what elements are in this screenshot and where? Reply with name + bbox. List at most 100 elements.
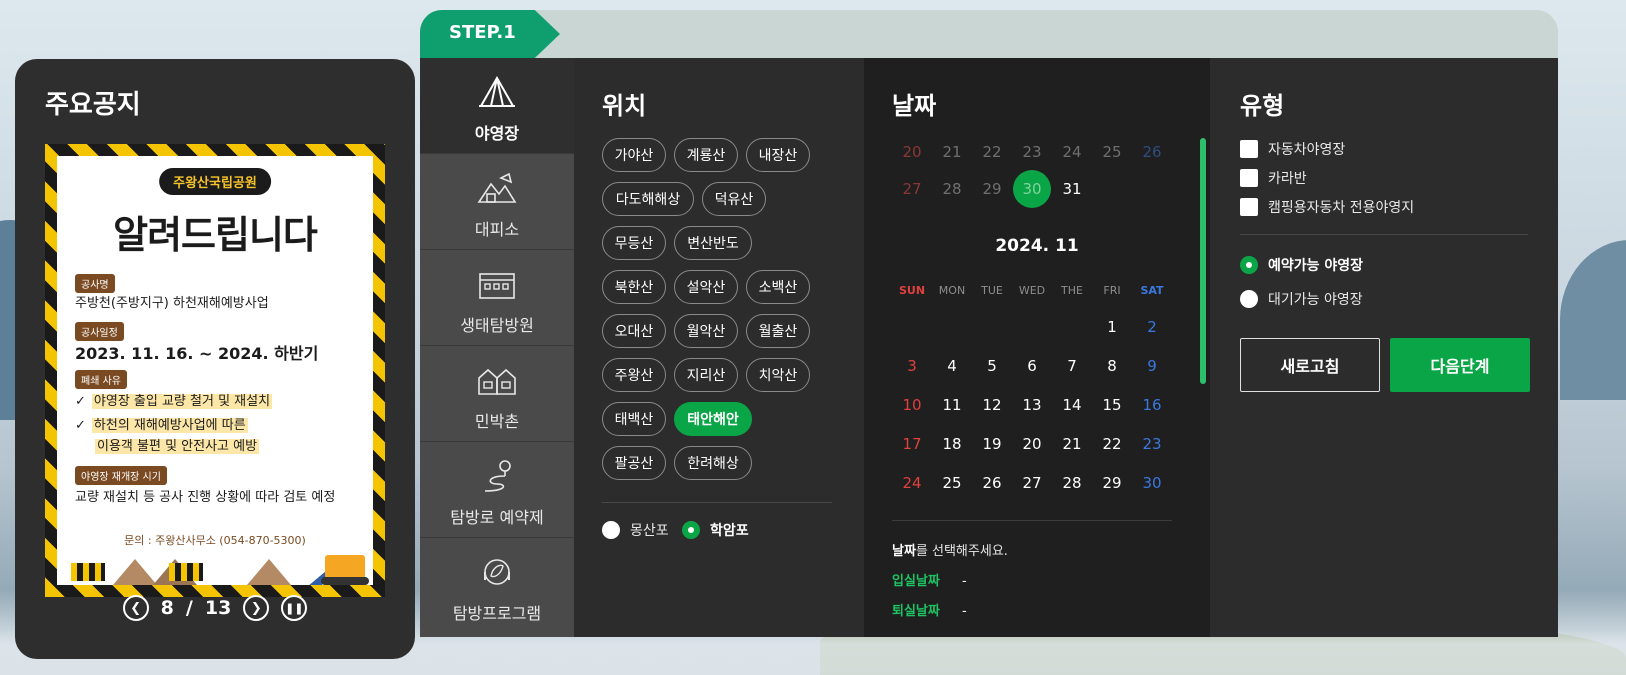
calendar-day[interactable]: 14: [1052, 385, 1092, 425]
poster-project: 주방천(주방지구) 하천재해예방사업: [75, 296, 269, 311]
location-chip[interactable]: 다도해해상: [602, 182, 694, 216]
location-chip[interactable]: 월출산: [746, 314, 810, 348]
calendar-day[interactable]: 26: [972, 463, 1012, 503]
prev-notice-button[interactable]: ❮: [122, 595, 149, 621]
calendar-day[interactable]: 28: [932, 169, 972, 209]
location-chip[interactable]: 계룡산: [674, 138, 738, 172]
calendar-day[interactable]: 29: [972, 169, 1012, 209]
poster-reason-1: ✓ 야영장 출입 교량 철거 및 재설치: [75, 394, 273, 409]
type-option[interactable]: 카라반: [1240, 168, 1307, 188]
category-shelter[interactable]: 대피소: [420, 154, 574, 250]
pause-button[interactable]: ❚❚: [281, 595, 308, 621]
calendar-day[interactable]: 19: [972, 424, 1012, 464]
type-option[interactable]: 자동차야영장: [1240, 139, 1345, 159]
calendar-day[interactable]: 30: [1132, 463, 1172, 503]
calendar-day[interactable]: 28: [1052, 463, 1092, 503]
checkbox[interactable]: [1240, 169, 1258, 187]
location-chip[interactable]: 태백산: [602, 402, 666, 436]
calendar-day[interactable]: 20: [1012, 424, 1052, 464]
location-chip[interactable]: 오대산: [602, 314, 666, 348]
calendar-day[interactable]: 27: [1012, 463, 1052, 503]
calendar-day[interactable]: 17: [892, 424, 932, 464]
category-trail-reservation[interactable]: 탐방로 예약제: [420, 442, 574, 538]
type-section: 유형 자동차야영장 카라반 캠핑용자동차 전용야영지 예약가능 야영장 대기가능…: [1210, 58, 1558, 637]
calendar-day-selected[interactable]: 30: [1013, 170, 1051, 208]
sub-location-option[interactable]: 몽산포: [602, 520, 669, 540]
location-chip[interactable]: 무등산: [602, 226, 666, 260]
notice-pager: ❮ 8 / 13 ❯ ❚❚: [15, 593, 415, 623]
calendar-day[interactable]: 13: [1012, 385, 1052, 425]
calendar-day[interactable]: 16: [1132, 385, 1172, 425]
checkbox-label: 캠핑용자동차 전용야영지: [1268, 200, 1415, 216]
calendar-day[interactable]: 3: [892, 346, 932, 386]
location-chip[interactable]: 한려해상: [674, 446, 752, 480]
radio-button[interactable]: [602, 521, 620, 539]
calendar-day[interactable]: 9: [1132, 346, 1172, 386]
location-chip[interactable]: 팔공산: [602, 446, 666, 480]
checkbox[interactable]: [1240, 140, 1258, 158]
checkbox-label: 자동차야영장: [1268, 142, 1346, 158]
radio-button-checked[interactable]: [682, 521, 700, 539]
location-chip[interactable]: 덕유산: [702, 182, 766, 216]
calendar-day[interactable]: 24: [892, 463, 932, 503]
refresh-button[interactable]: 새로고침: [1240, 338, 1380, 392]
calendar-day[interactable]: 21: [932, 132, 972, 172]
location-chip[interactable]: 가야산: [602, 138, 666, 172]
type-option[interactable]: 캠핑용자동차 전용야영지: [1240, 197, 1414, 217]
category-campground[interactable]: 야영장: [420, 58, 574, 154]
location-chip[interactable]: 소백산: [746, 270, 810, 304]
program-icon: [484, 559, 510, 585]
calendar-day[interactable]: 4: [932, 346, 972, 386]
calendar-scrollbar[interactable]: [1200, 138, 1206, 384]
checkout-value: -: [961, 604, 967, 619]
calendar-day[interactable]: 25: [932, 463, 972, 503]
calendar-day[interactable]: 8: [1092, 346, 1132, 386]
calendar-day[interactable]: 21: [1052, 424, 1092, 464]
calendar-day[interactable]: 15: [1092, 385, 1132, 425]
calendar-day[interactable]: 20: [892, 132, 932, 172]
calendar-day[interactable]: 25: [1092, 132, 1132, 172]
calendar-day[interactable]: 5: [972, 346, 1012, 386]
availability-option-selected[interactable]: 예약가능 야영장: [1240, 255, 1363, 275]
calendar-day[interactable]: 12: [972, 385, 1012, 425]
calendar-day[interactable]: 27: [892, 169, 932, 209]
calendar-day[interactable]: 6: [1012, 346, 1052, 386]
sub-location-option-selected[interactable]: 학암포: [682, 520, 749, 540]
location-chip[interactable]: 치악산: [746, 358, 810, 392]
location-chip[interactable]: 설악산: [674, 270, 738, 304]
calendar-day[interactable]: 29: [1092, 463, 1132, 503]
availability-option[interactable]: 대기가능 야영장: [1240, 289, 1363, 309]
calendar-day[interactable]: 26: [1132, 132, 1172, 172]
calendar-day[interactable]: 24: [1052, 132, 1092, 172]
category-label: 야영장: [474, 124, 520, 143]
calendar-day[interactable]: 22: [1092, 424, 1132, 464]
calendar-day[interactable]: 22: [972, 132, 1012, 172]
radio-button-checked[interactable]: [1240, 256, 1258, 274]
calendar-day[interactable]: 31: [1052, 169, 1092, 209]
next-notice-button[interactable]: ❯: [243, 595, 270, 621]
location-chip[interactable]: 지리산: [674, 358, 738, 392]
location-section: 위치 가야산 계룡산 내장산 다도해해상 덕유산 무등산 변산반도 북한산 설악…: [574, 58, 864, 637]
calendar-day[interactable]: 23: [1132, 424, 1172, 464]
location-chip[interactable]: 북한산: [602, 270, 666, 304]
category-eco-center[interactable]: 생태탐방원: [420, 250, 574, 346]
category-minbak[interactable]: 민박촌: [420, 346, 574, 442]
location-chip[interactable]: 내장산: [746, 138, 810, 172]
calendar-day[interactable]: 7: [1052, 346, 1092, 386]
location-chip-selected[interactable]: 태안해안: [674, 402, 752, 436]
location-chip[interactable]: 주왕산: [602, 358, 666, 392]
location-chip[interactable]: 월악산: [674, 314, 738, 348]
category-label: 대피소: [474, 220, 520, 239]
notice-poster[interactable]: 주왕산국립공원 알려드립니다 공사명 주방천(주방지구) 하천재해예방사업 공사…: [45, 144, 385, 597]
next-step-button[interactable]: 다음단계: [1390, 338, 1530, 392]
calendar-day[interactable]: 23: [1012, 132, 1052, 172]
calendar-day[interactable]: 1: [1092, 307, 1132, 347]
calendar-day[interactable]: 11: [932, 385, 972, 425]
calendar-day[interactable]: 10: [892, 385, 932, 425]
checkbox[interactable]: [1240, 198, 1258, 216]
calendar-day[interactable]: 18: [932, 424, 972, 464]
calendar-day[interactable]: 2: [1132, 307, 1172, 347]
radio-button[interactable]: [1240, 290, 1258, 308]
location-chip[interactable]: 변산반도: [674, 226, 752, 260]
category-program[interactable]: 탐방프로그램: [420, 538, 574, 634]
